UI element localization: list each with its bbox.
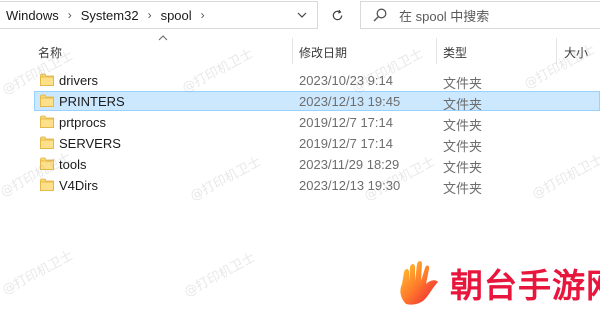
watermark: @打印机卫士: [0, 248, 76, 299]
file-row-tools[interactable]: tools 2023/11/29 18:29 文件夹: [0, 154, 600, 175]
refresh-button[interactable]: [324, 1, 350, 29]
file-date: 2019/12/7 17:14: [299, 136, 393, 151]
chevron-down-icon: [297, 12, 307, 18]
folder-icon: [40, 73, 54, 86]
file-row-servers[interactable]: SERVERS 2019/12/7 17:14 文件夹: [0, 133, 600, 154]
column-divider[interactable]: [292, 38, 293, 64]
file-date: 2023/10/23 9:14: [299, 73, 393, 88]
search-placeholder: 在 spool 中搜索: [399, 8, 490, 24]
file-row-v4dirs[interactable]: V4Dirs 2023/12/13 19:30 文件夹: [0, 175, 600, 196]
address-bar[interactable]: Windows › System32 › spool ›: [0, 1, 318, 29]
watermark: @打印机卫士: [181, 250, 258, 301]
file-type: 文件夹: [443, 139, 483, 154]
breadcrumb-windows[interactable]: Windows: [6, 8, 59, 23]
column-header-size[interactable]: 大小: [564, 44, 588, 61]
file-date: 2023/12/13 19:30: [299, 178, 401, 193]
file-row-printers[interactable]: PRINTERS 2023/12/13 19:45 文件夹: [0, 91, 600, 112]
file-row-drivers[interactable]: drivers 2023/10/23 9:14 文件夹: [0, 70, 600, 91]
column-divider[interactable]: [556, 38, 557, 64]
breadcrumb-separator-icon[interactable]: ›: [139, 8, 161, 22]
column-header-date[interactable]: 修改日期: [299, 44, 347, 61]
folder-icon: [40, 178, 54, 191]
file-explorer-window: Windows › System32 › spool › 在 spool 中搜索: [0, 0, 600, 309]
folder-icon: [40, 94, 54, 107]
search-box[interactable]: 在 spool 中搜索: [360, 1, 600, 29]
file-name: V4Dirs: [59, 178, 99, 193]
file-name: prtprocs: [59, 115, 106, 130]
file-type: 文件夹: [443, 160, 483, 175]
file-type: 文件夹: [443, 97, 483, 112]
file-row-prtprocs[interactable]: prtprocs 2019/12/7 17:14 文件夹: [0, 112, 600, 133]
folder-icon: [40, 115, 54, 128]
file-type: 文件夹: [443, 181, 483, 196]
file-date: 2023/11/29 18:29: [299, 157, 400, 172]
column-divider[interactable]: [436, 38, 437, 64]
column-header-name[interactable]: 名称: [38, 44, 62, 61]
file-name: tools: [59, 157, 87, 172]
sort-ascending-icon: [158, 33, 168, 44]
file-type: 文件夹: [443, 118, 483, 133]
breadcrumb-separator-icon[interactable]: ›: [59, 8, 81, 22]
folder-icon: [40, 157, 54, 170]
navigation-bar: Windows › System32 › spool › 在 spool 中搜索: [0, 0, 600, 34]
file-date: 2019/12/7 17:14: [299, 115, 393, 130]
search-icon: [373, 8, 387, 22]
file-name: PRINTERS: [59, 94, 125, 109]
refresh-icon: [332, 9, 342, 20]
address-history-dropdown[interactable]: [289, 1, 315, 29]
site-logo: 朝台手游网: [396, 260, 600, 306]
file-date: 2023/12/13 19:45: [299, 94, 401, 109]
column-header-row: 名称 修改日期 类型 大小: [0, 34, 600, 64]
column-header-type[interactable]: 类型: [443, 44, 467, 61]
folder-icon: [40, 136, 54, 149]
breadcrumb-separator-icon[interactable]: ›: [192, 8, 214, 22]
hand-logo-icon: [400, 261, 438, 305]
file-name: drivers: [59, 73, 99, 88]
file-name: SERVERS: [59, 136, 121, 151]
breadcrumb-system32[interactable]: System32: [81, 8, 139, 23]
file-type: 文件夹: [443, 76, 483, 91]
file-list: drivers 2023/10/23 9:14 文件夹 PRINTERS 202…: [0, 70, 600, 196]
breadcrumb-spool[interactable]: spool: [161, 8, 192, 23]
logo-text: 朝台手游网: [450, 266, 600, 305]
